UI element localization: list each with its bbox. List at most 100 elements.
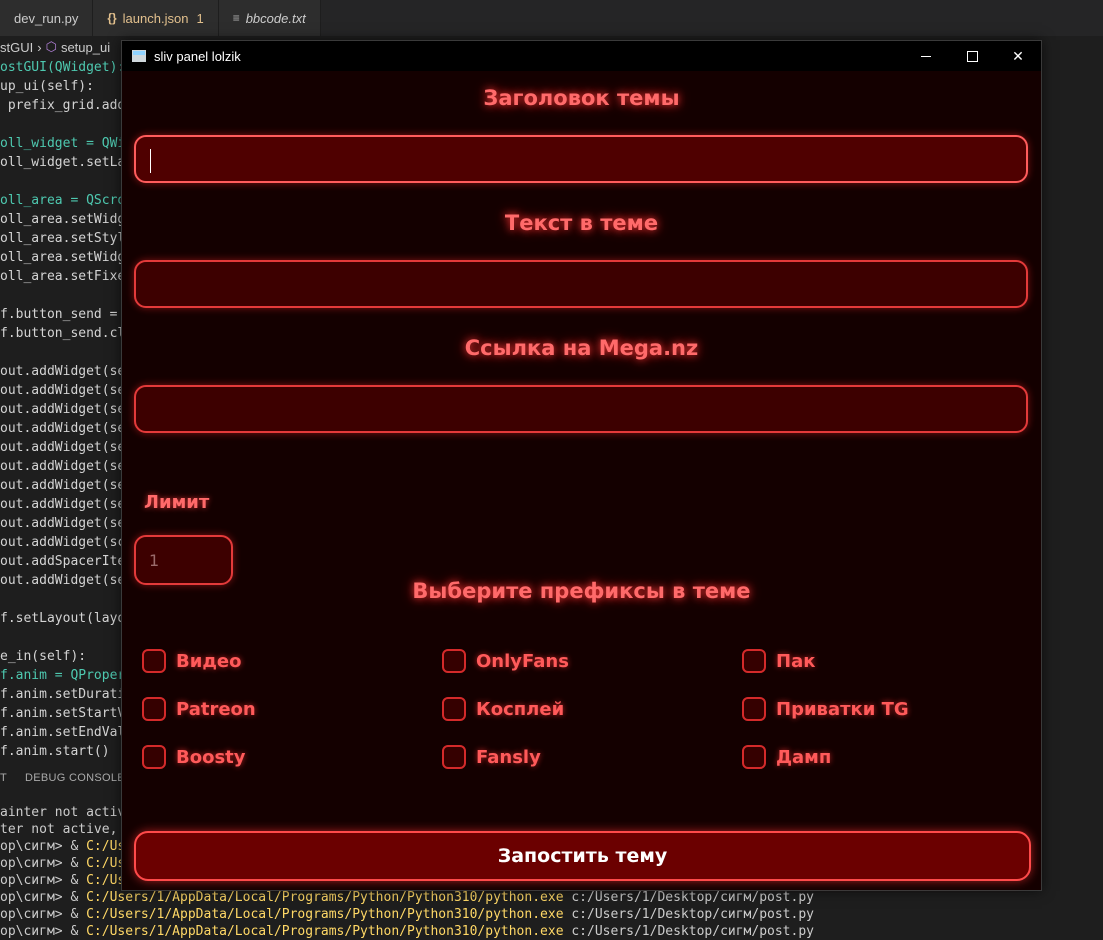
- form-panel: Заголовок темы Текст в теме Ссылка на Me…: [122, 71, 1041, 890]
- code-line: ostGUI(QWidget):: [0, 60, 126, 75]
- code-line: out.addWidget(se: [0, 497, 126, 512]
- code-line: out.addSpacerIte: [0, 554, 126, 569]
- code-line: out.addWidget(sc: [0, 535, 126, 550]
- tab-dev-run[interactable]: dev_run.py: [0, 0, 94, 36]
- topic-text-heading: Текст в теме: [504, 211, 659, 235]
- method-cube-icon: ⬡: [45, 39, 57, 54]
- checkbox-box[interactable]: [442, 745, 466, 769]
- prefix-checkbox[interactable]: Косплей: [442, 697, 564, 721]
- code-line: f.setLayout(layo: [0, 611, 126, 626]
- mega-link-field[interactable]: [134, 385, 1028, 433]
- code-line: out.addWidget(se: [0, 383, 126, 398]
- checkbox-box[interactable]: [742, 745, 766, 769]
- checkbox-label: Приватки TG: [776, 698, 909, 720]
- post-topic-button[interactable]: Запостить тему: [134, 831, 1031, 881]
- code-line: f.anim.setStartV: [0, 706, 126, 721]
- code-line: f.anim = QProper: [0, 668, 126, 683]
- topic-title-heading: Заголовок темы: [483, 86, 680, 110]
- code-line: out.addWidget(se: [0, 516, 126, 531]
- tab-label: launch.json: [122, 10, 189, 26]
- tab-bbcode-txt[interactable]: ≡ bbcode.txt: [218, 0, 321, 36]
- code-line: oll_area.setFixe: [0, 269, 126, 284]
- window-title: sliv panel lolzik: [154, 48, 241, 64]
- code-line: prefix_grid.add: [0, 98, 126, 113]
- checkbox-label: Дамп: [776, 746, 832, 768]
- tab-launch-json[interactable]: {} launch.json 1: [93, 0, 219, 36]
- minimize-button[interactable]: [903, 41, 949, 71]
- problem-count-badge: 1: [196, 10, 204, 26]
- terminal-line: op\сигм> & C:/Users/1/AppData/Local/Prog…: [0, 924, 814, 939]
- code-line: out.addWidget(se: [0, 421, 126, 436]
- prefix-checkbox[interactable]: Fansly: [442, 745, 541, 769]
- prefix-checkbox[interactable]: Дамп: [742, 745, 831, 769]
- checkbox-label: Пак: [776, 650, 816, 672]
- chevron-right-icon: ›: [37, 39, 42, 55]
- app-window: sliv panel lolzik ✕ Заголовок темы Текст…: [121, 40, 1042, 891]
- topic-title-field[interactable]: [134, 135, 1028, 183]
- window-titlebar[interactable]: sliv panel lolzik ✕: [122, 41, 1041, 71]
- code-line: out.addWidget(se: [0, 478, 126, 493]
- checkbox-box[interactable]: [142, 745, 166, 769]
- checkbox-box[interactable]: [142, 697, 166, 721]
- tab-label: bbcode.txt: [245, 10, 306, 26]
- topic-title-input[interactable]: [136, 137, 1026, 181]
- checkbox-box[interactable]: [442, 649, 466, 673]
- prefix-checkbox[interactable]: Пак: [742, 649, 815, 673]
- app-icon: [132, 50, 146, 62]
- panel-tab-debug-console[interactable]: DEBUG CONSOLE: [25, 772, 125, 784]
- code-line: up_ui(self):: [0, 79, 94, 94]
- checkbox-box[interactable]: [142, 649, 166, 673]
- panel-tab-output[interactable]: T: [0, 772, 7, 784]
- code-line: oll_widget.setLa: [0, 155, 126, 170]
- code-line: f.anim.setEndVal: [0, 725, 126, 740]
- checkbox-label: Boosty: [176, 746, 246, 768]
- breadcrumb: stGUI › ⬡ setup_ui: [0, 37, 110, 57]
- text-caret: [150, 149, 151, 173]
- maximize-button[interactable]: [949, 41, 995, 71]
- topic-text-input[interactable]: [136, 262, 1026, 306]
- code-line: f.anim.start(): [0, 744, 110, 759]
- code-line: f.button_send.cl: [0, 326, 126, 341]
- prefix-checkbox[interactable]: Приватки TG: [742, 697, 909, 721]
- code-line: oll_area.setWidg: [0, 250, 126, 265]
- checkbox-box[interactable]: [742, 697, 766, 721]
- checkbox-box[interactable]: [442, 697, 466, 721]
- terminal-line: op\сигм> & C:/Users/1/AppData/Local/Prog…: [0, 890, 814, 905]
- close-button[interactable]: ✕: [995, 41, 1041, 71]
- json-icon: {}: [107, 11, 117, 25]
- prefix-checkbox[interactable]: OnlyFans: [442, 649, 569, 673]
- code-line: out.addWidget(se: [0, 440, 126, 455]
- prefix-checkbox[interactable]: Boosty: [142, 745, 246, 769]
- code-line: e_in(self):: [0, 649, 87, 664]
- checkbox-label: Fansly: [476, 746, 541, 768]
- code-editor[interactable]: ostGUI(QWidget): up_ui(self): prefix_grid…: [0, 58, 125, 761]
- breadcrumb-method[interactable]: setup_ui: [61, 40, 110, 55]
- topic-text-field[interactable]: [134, 260, 1028, 308]
- prefix-checkbox[interactable]: Patreon: [142, 697, 256, 721]
- code-line: oll_area = QScro: [0, 193, 126, 208]
- prefix-checkbox[interactable]: Видео: [142, 649, 241, 673]
- code-line: f.anim.setDurati: [0, 687, 126, 702]
- code-line: out.addWidget(se: [0, 459, 126, 474]
- limit-input[interactable]: [136, 537, 231, 583]
- checkbox-label: Косплей: [476, 698, 565, 720]
- mega-link-input[interactable]: [136, 387, 1026, 431]
- code-line: oll_area.setStyl: [0, 231, 126, 246]
- code-line: out.addWidget(se: [0, 573, 126, 588]
- checkbox-box[interactable]: [742, 649, 766, 673]
- checkbox-label: Patreon: [176, 698, 256, 720]
- mega-link-heading: Ссылка на Mega.nz: [464, 336, 699, 360]
- editor-tab-bar: dev_run.py {} launch.json 1 ≡ bbcode.txt: [0, 0, 1103, 36]
- breadcrumb-class[interactable]: stGUI: [0, 40, 33, 55]
- tab-label: dev_run.py: [14, 10, 79, 26]
- checkbox-label: OnlyFans: [476, 650, 569, 672]
- limit-spinbox[interactable]: [134, 535, 233, 585]
- prefixes-heading: Выберите префиксы в теме: [412, 579, 751, 603]
- code-line: oll_area.setWidg: [0, 212, 126, 227]
